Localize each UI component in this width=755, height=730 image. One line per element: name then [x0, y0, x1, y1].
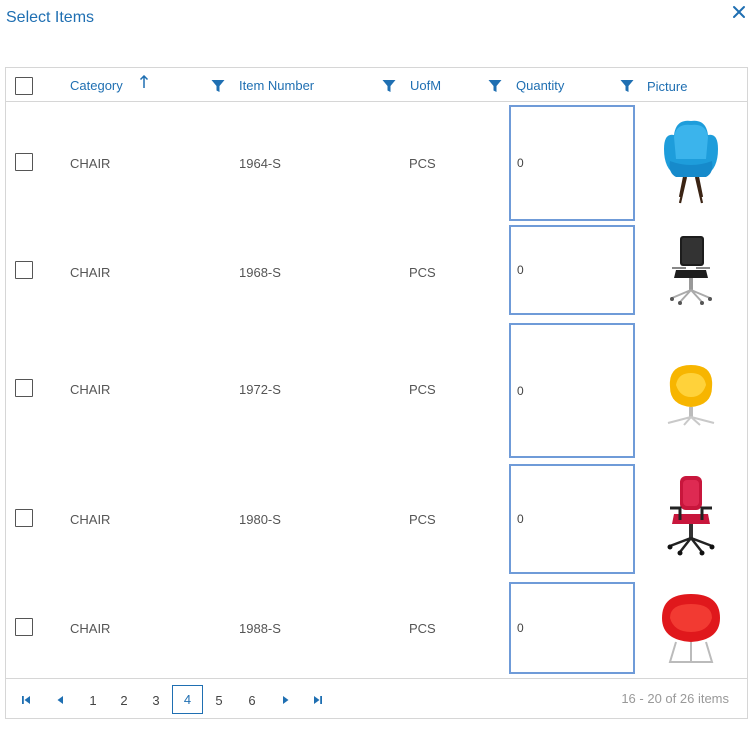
row-checkbox[interactable]: [15, 509, 33, 527]
pager: 1 2 3 4 5 6 16 - 20 of 26 items: [6, 678, 747, 718]
pager-info: 16 - 20 of 26 items: [621, 691, 729, 706]
column-header-label: Picture: [647, 79, 688, 94]
item-number-cell: 1968-S: [239, 265, 281, 280]
table-row: CHAIR 1988-S PCS: [6, 578, 747, 678]
first-page-icon[interactable]: [16, 686, 36, 714]
close-icon[interactable]: [731, 4, 747, 20]
filter-icon[interactable]: [620, 79, 634, 93]
page-button-4-current[interactable]: 4: [172, 685, 203, 714]
category-cell: CHAIR: [70, 621, 111, 636]
row-checkbox[interactable]: [15, 153, 33, 171]
select-all-checkbox[interactable]: [15, 77, 33, 95]
table-row: CHAIR 1972-S PCS: [6, 321, 747, 460]
uofm-cell: PCS: [409, 512, 436, 527]
grid-header: Category Item Number UofM Quantity Pictu…: [6, 68, 747, 102]
item-number-cell: 1988-S: [239, 621, 281, 636]
last-page-icon[interactable]: [308, 686, 328, 714]
category-cell: CHAIR: [70, 265, 111, 280]
table-row: CHAIR 1980-S PCS: [6, 462, 747, 576]
item-number-cell: 1980-S: [239, 512, 281, 527]
uofm-cell: PCS: [409, 382, 436, 397]
page-button-1[interactable]: 1: [80, 686, 106, 714]
category-cell: CHAIR: [70, 512, 111, 527]
column-header-item-number[interactable]: Item Number: [239, 68, 409, 102]
quantity-input[interactable]: [509, 105, 635, 221]
page-button-6[interactable]: 6: [239, 686, 265, 714]
red-office-chair-image: [656, 474, 726, 558]
table-row: CHAIR 1964-S PCS: [6, 103, 747, 223]
column-header-category[interactable]: Category: [70, 68, 240, 102]
filter-icon[interactable]: [488, 79, 502, 93]
item-number-cell: 1964-S: [239, 156, 281, 171]
black-office-chair-image: [656, 232, 726, 312]
blue-wingback-chair-image: [656, 115, 726, 205]
column-header-label: Item Number: [239, 78, 315, 93]
item-number-cell: 1972-S: [239, 382, 281, 397]
uofm-cell: PCS: [409, 621, 436, 636]
column-header-uofm[interactable]: UofM: [409, 68, 515, 102]
filter-icon[interactable]: [211, 79, 225, 93]
filter-icon[interactable]: [382, 79, 396, 93]
column-header-label: Category: [70, 78, 123, 93]
quantity-input[interactable]: [509, 225, 635, 315]
page-button-5[interactable]: 5: [206, 686, 232, 714]
column-header-quantity[interactable]: Quantity: [516, 68, 646, 102]
next-page-icon[interactable]: [276, 686, 296, 714]
column-header-label: UofM: [410, 78, 442, 93]
previous-page-icon[interactable]: [50, 686, 70, 714]
column-header-picture[interactable]: Picture: [647, 68, 747, 102]
column-header-label: Quantity: [516, 78, 565, 93]
quantity-input[interactable]: [509, 323, 635, 458]
uofm-cell: PCS: [409, 156, 436, 171]
items-grid: Category Item Number UofM Quantity Pictu…: [5, 67, 748, 719]
page-button-3[interactable]: 3: [143, 686, 169, 714]
category-cell: CHAIR: [70, 382, 111, 397]
red-tub-chair-image: [656, 588, 726, 668]
dialog-title: Select Items: [6, 9, 95, 26]
quantity-input[interactable]: [509, 582, 635, 674]
row-checkbox[interactable]: [15, 379, 33, 397]
uofm-cell: PCS: [409, 265, 436, 280]
page-button-2[interactable]: 2: [111, 686, 137, 714]
quantity-input[interactable]: [509, 464, 635, 574]
row-checkbox[interactable]: [15, 618, 33, 636]
category-cell: CHAIR: [70, 156, 111, 171]
sort-ascending-icon[interactable]: [139, 74, 149, 89]
row-checkbox[interactable]: [15, 261, 33, 279]
yellow-egg-chair-image: [656, 357, 726, 437]
table-row: CHAIR 1968-S PCS: [6, 224, 747, 320]
